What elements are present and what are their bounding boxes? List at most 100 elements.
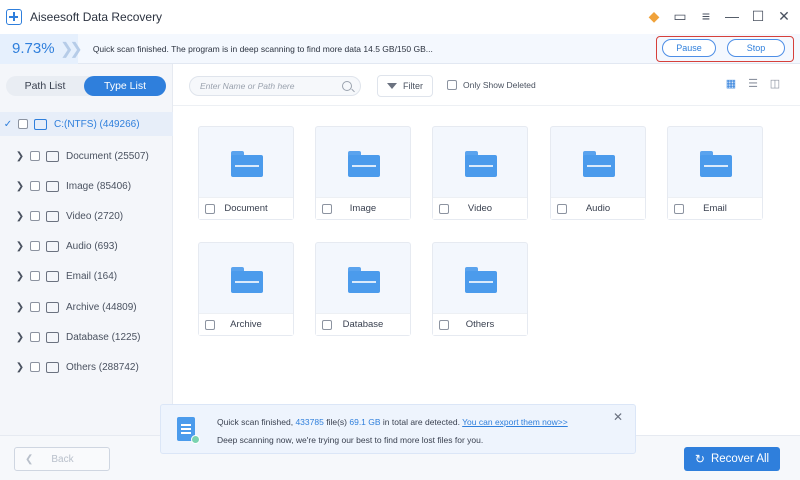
chevron-right-icon[interactable]: ❯ bbox=[14, 241, 26, 252]
tree-item-checkbox[interactable] bbox=[30, 241, 40, 251]
card-label: Email bbox=[703, 203, 727, 214]
database-icon bbox=[46, 331, 59, 343]
tab-type-list[interactable]: Type List bbox=[84, 76, 166, 96]
feedback-icon[interactable]: ▭ bbox=[672, 8, 688, 24]
chevron-down-icon[interactable]: ✓ bbox=[2, 119, 14, 130]
view-mode-switcher: ▦ ☰ ◫ bbox=[724, 77, 782, 91]
tree-item-email[interactable]: ❯ Email (164) bbox=[0, 266, 173, 286]
scan-percent: 9.73% bbox=[12, 40, 55, 57]
tree-item-label: Email (164) bbox=[66, 270, 118, 282]
close-icon[interactable]: ✕ bbox=[776, 8, 792, 24]
grid-view-icon[interactable]: ▦ bbox=[724, 77, 738, 91]
card-email[interactable]: Email bbox=[667, 126, 763, 220]
drive-icon bbox=[34, 118, 47, 130]
notification-text: file(s) bbox=[326, 417, 347, 427]
tree-item-label: Archive (44809) bbox=[66, 301, 137, 313]
tree-item-checkbox[interactable] bbox=[30, 211, 40, 221]
scan-progress-bar: 9.73% ❯❯ Quick scan finished. The progra… bbox=[0, 34, 800, 64]
badge-icon bbox=[191, 435, 200, 444]
archive-icon bbox=[46, 301, 59, 313]
list-view-icon[interactable]: ☰ bbox=[746, 77, 760, 91]
only-deleted-checkbox[interactable] bbox=[447, 80, 457, 90]
card-label: Image bbox=[349, 203, 377, 214]
maximize-icon[interactable]: ☐ bbox=[750, 8, 766, 24]
chevron-right-icon[interactable]: ❯ bbox=[14, 211, 26, 222]
tree-item-archive[interactable]: ❯ Archive (44809) bbox=[0, 297, 173, 317]
sidebar: Path List Type List ✓ C:(NTFS) (449266) … bbox=[0, 64, 173, 435]
chevron-right-icon[interactable]: ❯ bbox=[14, 362, 26, 373]
tree-item-checkbox[interactable] bbox=[30, 332, 40, 342]
folder-icon bbox=[465, 267, 497, 293]
app-title: Aiseesoft Data Recovery bbox=[30, 10, 163, 24]
tree-root-checkbox[interactable] bbox=[18, 119, 28, 129]
search-icon[interactable] bbox=[342, 81, 352, 91]
folder-icon bbox=[465, 151, 497, 177]
list-mode-toggle: Path List Type List bbox=[6, 76, 166, 96]
tree-item-label: Document (25507) bbox=[66, 150, 149, 162]
filter-button[interactable]: Filter bbox=[377, 75, 433, 97]
card-label: Audio bbox=[585, 203, 611, 214]
back-button[interactable]: ❮ Back bbox=[14, 447, 110, 471]
filter-icon bbox=[387, 83, 397, 89]
tree-item-others[interactable]: ❯ Others (288742) bbox=[0, 357, 173, 377]
card-others[interactable]: Others bbox=[432, 242, 528, 336]
app-logo-icon bbox=[6, 9, 22, 25]
tree-item-image[interactable]: ❯ Image (85406) bbox=[0, 176, 173, 196]
tree-item-database[interactable]: ❯ Database (1225) bbox=[0, 327, 173, 347]
card-label: Document bbox=[224, 203, 268, 214]
arrow-left-icon: ❮ bbox=[25, 453, 34, 465]
recover-all-label: Recover All bbox=[710, 453, 770, 465]
folder-icon bbox=[700, 151, 732, 177]
menu-icon[interactable]: ≡ bbox=[698, 8, 714, 24]
pause-button[interactable]: Pause bbox=[662, 39, 716, 57]
tree-item-video[interactable]: ❯ Video (2720) bbox=[0, 206, 173, 226]
only-deleted-toggle[interactable]: Only Show Deleted bbox=[447, 80, 536, 90]
filter-label: Filter bbox=[403, 81, 423, 91]
recover-icon: ↻ bbox=[694, 452, 705, 466]
stop-button[interactable]: Stop bbox=[727, 39, 785, 57]
total-size: 69.1 GB bbox=[349, 417, 381, 427]
image-icon bbox=[46, 180, 59, 192]
card-video[interactable]: Video bbox=[432, 126, 528, 220]
chevron-right-icon[interactable]: ❯ bbox=[14, 271, 26, 282]
card-label: Video bbox=[467, 203, 493, 214]
export-link[interactable]: You can export them now>> bbox=[462, 417, 568, 427]
minimize-icon[interactable]: — bbox=[724, 8, 740, 24]
folder-icon bbox=[583, 151, 615, 177]
file-type-grid: Document Image Video Audio Email Archive… bbox=[173, 106, 800, 435]
detail-view-icon[interactable]: ◫ bbox=[768, 77, 782, 91]
notification-text: Quick scan finished, bbox=[217, 417, 294, 427]
card-document[interactable]: Document bbox=[198, 126, 294, 220]
tree-item-checkbox[interactable] bbox=[30, 362, 40, 372]
chevron-right-icon[interactable]: ❯ bbox=[14, 302, 26, 313]
tree-item-label: Audio (693) bbox=[66, 240, 118, 252]
back-label: Back bbox=[51, 453, 74, 465]
search-box bbox=[189, 76, 361, 96]
tree-item-document[interactable]: ❯ Document (25507) bbox=[0, 146, 173, 166]
folder-icon bbox=[348, 267, 380, 293]
tree-item-checkbox[interactable] bbox=[30, 302, 40, 312]
tree-item-label: Others (288742) bbox=[66, 361, 139, 373]
chevron-right-icon[interactable]: ❯ bbox=[14, 151, 26, 162]
title-bar: Aiseesoft Data Recovery ◆ ▭ ≡ — ☐ ✕ bbox=[0, 0, 800, 34]
audio-icon bbox=[46, 240, 59, 252]
close-icon[interactable]: ✕ bbox=[613, 410, 623, 424]
tree-item-checkbox[interactable] bbox=[30, 181, 40, 191]
recover-all-button[interactable]: ↻ Recover All bbox=[684, 447, 780, 471]
chevron-right-icon[interactable]: ❯ bbox=[14, 332, 26, 343]
tree-root-label: C:(NTFS) (449266) bbox=[54, 118, 140, 130]
card-archive[interactable]: Archive bbox=[198, 242, 294, 336]
tree-root-drive[interactable]: ✓ C:(NTFS) (449266) bbox=[0, 112, 173, 136]
video-icon bbox=[46, 210, 59, 222]
tab-path-list[interactable]: Path List bbox=[6, 76, 84, 96]
card-audio[interactable]: Audio bbox=[550, 126, 646, 220]
card-database[interactable]: Database bbox=[315, 242, 411, 336]
chevron-right-icon[interactable]: ❯ bbox=[14, 181, 26, 192]
search-input[interactable] bbox=[200, 79, 340, 93]
tree-item-label: Database (1225) bbox=[66, 331, 141, 343]
tree-item-checkbox[interactable] bbox=[30, 271, 40, 281]
tree-item-audio[interactable]: ❯ Audio (693) bbox=[0, 236, 173, 256]
diamond-icon[interactable]: ◆ bbox=[646, 8, 662, 24]
tree-item-checkbox[interactable] bbox=[30, 151, 40, 161]
card-image[interactable]: Image bbox=[315, 126, 411, 220]
